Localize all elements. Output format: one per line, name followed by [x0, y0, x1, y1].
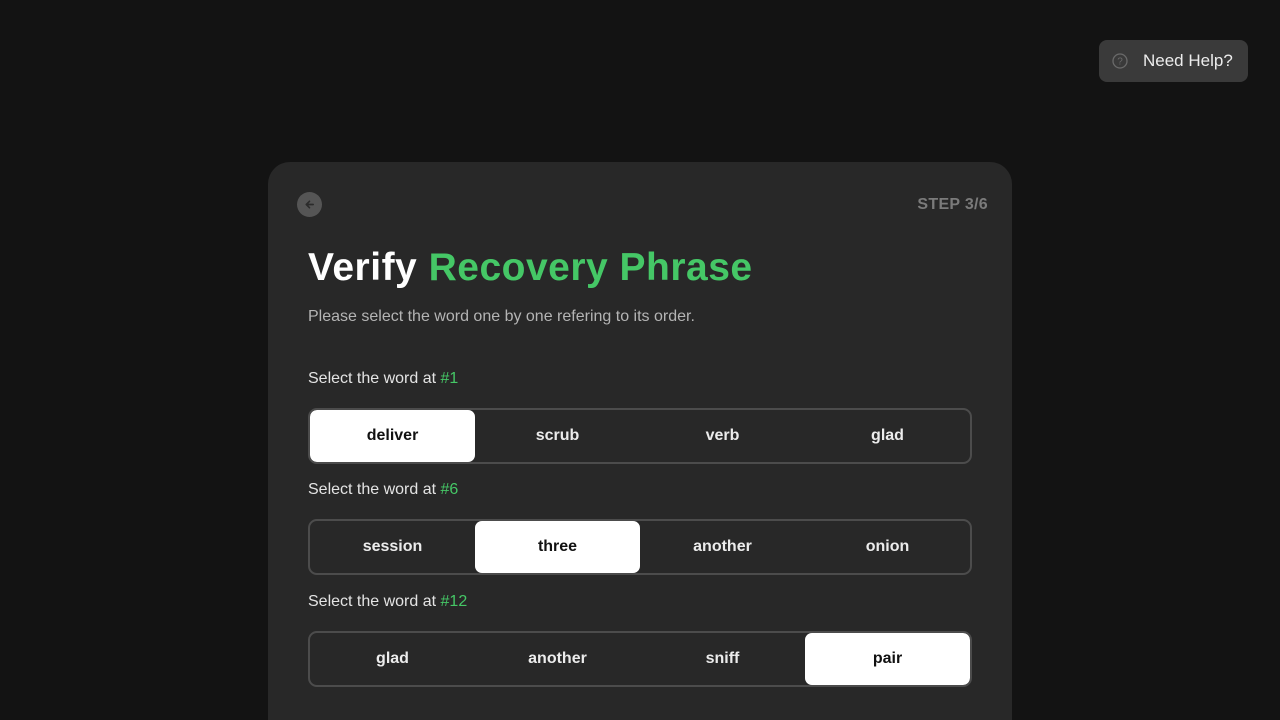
- svg-text:?: ?: [1117, 57, 1123, 68]
- page: ? Need Help? STEP 3/6 Verify Recovery Ph…: [0, 0, 1280, 720]
- question-label: Select the word at #12: [308, 592, 972, 612]
- question-number: #1: [440, 370, 459, 387]
- question-word-12: Select the word at #12 glad another snif…: [308, 592, 972, 687]
- back-button[interactable]: [297, 192, 322, 217]
- question-prompt: Select the word at: [308, 593, 437, 610]
- need-help-button[interactable]: ? Need Help?: [1099, 40, 1248, 82]
- title-recovery-phrase: Recovery Phrase: [428, 246, 753, 289]
- word-option-pair[interactable]: pair: [805, 633, 970, 685]
- word-options-1: deliver scrub verb glad: [308, 408, 972, 464]
- question-number: #6: [440, 481, 459, 498]
- question-word-1: Select the word at #1 deliver scrub verb…: [308, 369, 972, 464]
- question-prompt: Select the word at: [308, 481, 437, 498]
- word-option-three[interactable]: three: [475, 521, 640, 573]
- question-word-6: Select the word at #6 session three anot…: [308, 480, 972, 575]
- question-label: Select the word at #1: [308, 369, 972, 389]
- instructions-text: Please select the word one by one referi…: [308, 308, 695, 325]
- word-options-12: glad another sniff pair: [308, 631, 972, 687]
- question-prompt: Select the word at: [308, 370, 437, 387]
- arrow-left-icon: [304, 199, 315, 210]
- word-option-sniff[interactable]: sniff: [640, 633, 805, 685]
- step-indicator: STEP 3/6: [917, 196, 988, 213]
- word-option-another[interactable]: another: [475, 633, 640, 685]
- page-title: Verify Recovery Phrase: [308, 246, 753, 290]
- word-option-deliver[interactable]: deliver: [310, 410, 475, 462]
- word-option-glad[interactable]: glad: [310, 633, 475, 685]
- title-verify: Verify: [308, 246, 418, 289]
- word-option-glad[interactable]: glad: [805, 410, 970, 462]
- question-circle-icon: ?: [1112, 53, 1128, 69]
- question-label: Select the word at #6: [308, 480, 972, 500]
- word-option-verb[interactable]: verb: [640, 410, 805, 462]
- word-option-scrub[interactable]: scrub: [475, 410, 640, 462]
- question-number: #12: [440, 593, 468, 610]
- word-options-6: session three another onion: [308, 519, 972, 575]
- need-help-label: Need Help?: [1143, 51, 1233, 70]
- word-option-onion[interactable]: onion: [805, 521, 970, 573]
- word-option-session[interactable]: session: [310, 521, 475, 573]
- word-option-another[interactable]: another: [640, 521, 805, 573]
- verify-card: STEP 3/6 Verify Recovery Phrase Please s…: [268, 162, 1012, 720]
